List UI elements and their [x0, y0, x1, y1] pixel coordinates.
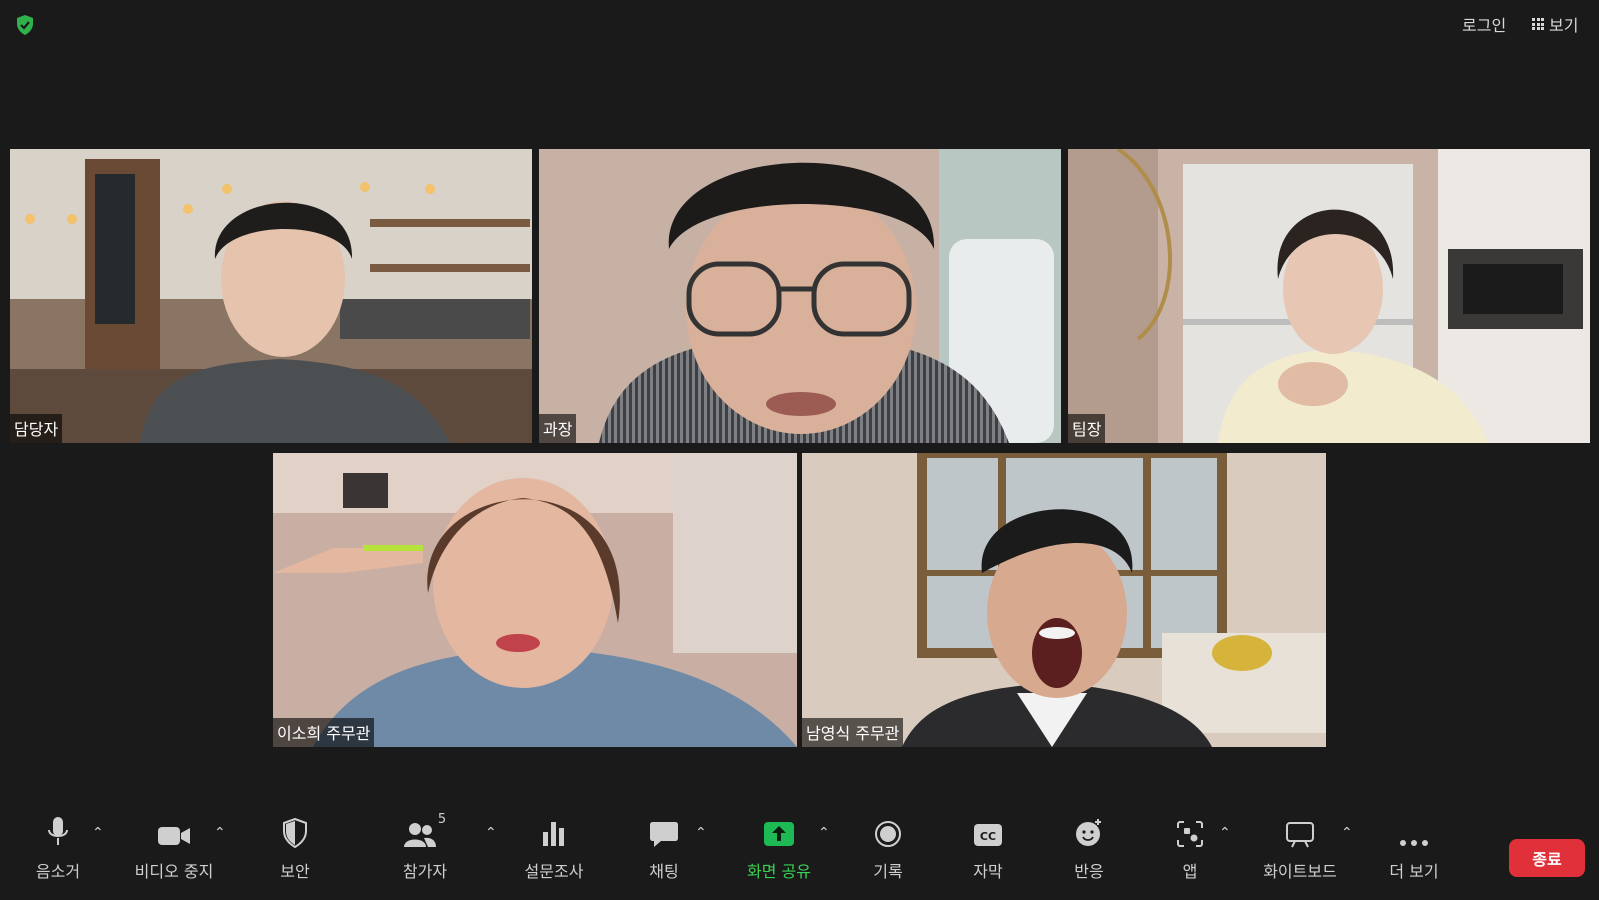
share-screen-icon: [763, 812, 795, 848]
security-shield-icon: [282, 812, 308, 848]
video-tile[interactable]: 팀장: [1068, 149, 1590, 443]
whiteboard-label: 화이트보드: [1263, 862, 1337, 881]
end-meeting-button[interactable]: 종료: [1509, 839, 1585, 877]
chat-options-caret[interactable]: ⌃: [695, 825, 707, 841]
record-icon: [874, 812, 902, 848]
microphone-icon: [46, 812, 70, 848]
meeting-toolbar: 음소거 ⌃ 비디오 중지 ⌃ 보안 5 참가자 ⌃ 설문조사 채팅 ⌃ 화면 공…: [0, 812, 1599, 900]
mute-button[interactable]: 음소거: [30, 812, 86, 892]
participants-label: 참가자: [402, 862, 448, 881]
security-button[interactable]: 보안: [275, 812, 315, 892]
bar-chart-icon: [541, 812, 567, 848]
whiteboard-options-caret[interactable]: ⌃: [1341, 825, 1353, 841]
audio-options-caret[interactable]: ⌃: [92, 825, 104, 841]
video-tile[interactable]: 이소희 주무관: [273, 453, 797, 747]
video-camera-icon: [157, 812, 191, 848]
smiley-plus-icon: [1074, 812, 1104, 848]
share-options-caret[interactable]: ⌃: [818, 825, 830, 841]
poll-label: 설문조사: [524, 862, 584, 881]
reactions-button[interactable]: 반응: [1069, 812, 1109, 892]
apps-button[interactable]: 앱: [1170, 812, 1210, 892]
apps-label: 앱: [1182, 862, 1198, 881]
apps-icon: [1176, 812, 1204, 848]
view-button[interactable]: 보기: [1532, 12, 1578, 36]
security-label: 보안: [280, 862, 310, 881]
captions-button[interactable]: CC 자막: [968, 812, 1008, 892]
video-tile-active-speaker[interactable]: 남영식 주무관: [802, 453, 1326, 747]
participant-video: [1068, 149, 1590, 443]
participant-name: 이소희 주무관: [273, 718, 375, 747]
more-button[interactable]: 더 보기: [1385, 812, 1443, 892]
video-tile[interactable]: 담당자: [10, 149, 532, 443]
participant-video: [539, 149, 1061, 443]
whiteboard-button[interactable]: 화이트보드: [1255, 812, 1345, 892]
stop-video-button[interactable]: 비디오 중지: [134, 812, 214, 892]
security-shield-icon[interactable]: [15, 14, 35, 36]
login-button[interactable]: 로그인: [1462, 12, 1506, 36]
mute-label: 음소거: [35, 862, 81, 881]
more-dots-icon: [1399, 812, 1429, 848]
more-label: 더 보기: [1389, 862, 1439, 881]
apps-options-caret[interactable]: ⌃: [1219, 825, 1231, 841]
closed-captions-icon: CC: [973, 812, 1003, 848]
participant-name: 팀장: [1068, 414, 1106, 443]
record-label: 기록: [873, 862, 903, 881]
participants-options-caret[interactable]: ⌃: [485, 825, 497, 841]
view-label: 보기: [1549, 16, 1579, 35]
top-bar: 로그인 보기: [0, 0, 1599, 46]
participant-name: 남영식 주무관: [802, 718, 904, 747]
captions-label: 자막: [973, 862, 1003, 881]
participant-video: [273, 453, 797, 747]
grid-view-icon: [1532, 18, 1544, 30]
poll-button[interactable]: 설문조사: [524, 812, 584, 892]
participants-icon: 5: [403, 812, 447, 848]
cc-icon-text: CC: [980, 830, 996, 843]
chat-bubble-icon: [649, 812, 679, 848]
participant-name: 과장: [539, 414, 577, 443]
video-tile[interactable]: 과장: [539, 149, 1061, 443]
share-screen-label: 화면 공유: [747, 862, 811, 881]
video-options-caret[interactable]: ⌃: [214, 825, 226, 841]
participants-button[interactable]: 5 참가자: [400, 812, 450, 892]
whiteboard-icon: [1285, 812, 1315, 848]
participant-video: [802, 453, 1326, 747]
record-button[interactable]: 기록: [868, 812, 908, 892]
reactions-label: 반응: [1074, 862, 1104, 881]
participants-count: 5: [437, 812, 447, 827]
share-screen-button[interactable]: 화면 공유: [744, 812, 814, 892]
participant-video: [10, 149, 532, 443]
participant-name: 담당자: [10, 414, 63, 443]
chat-label: 채팅: [649, 862, 679, 881]
chat-button[interactable]: 채팅: [644, 812, 684, 892]
stop-video-label: 비디오 중지: [134, 862, 214, 881]
